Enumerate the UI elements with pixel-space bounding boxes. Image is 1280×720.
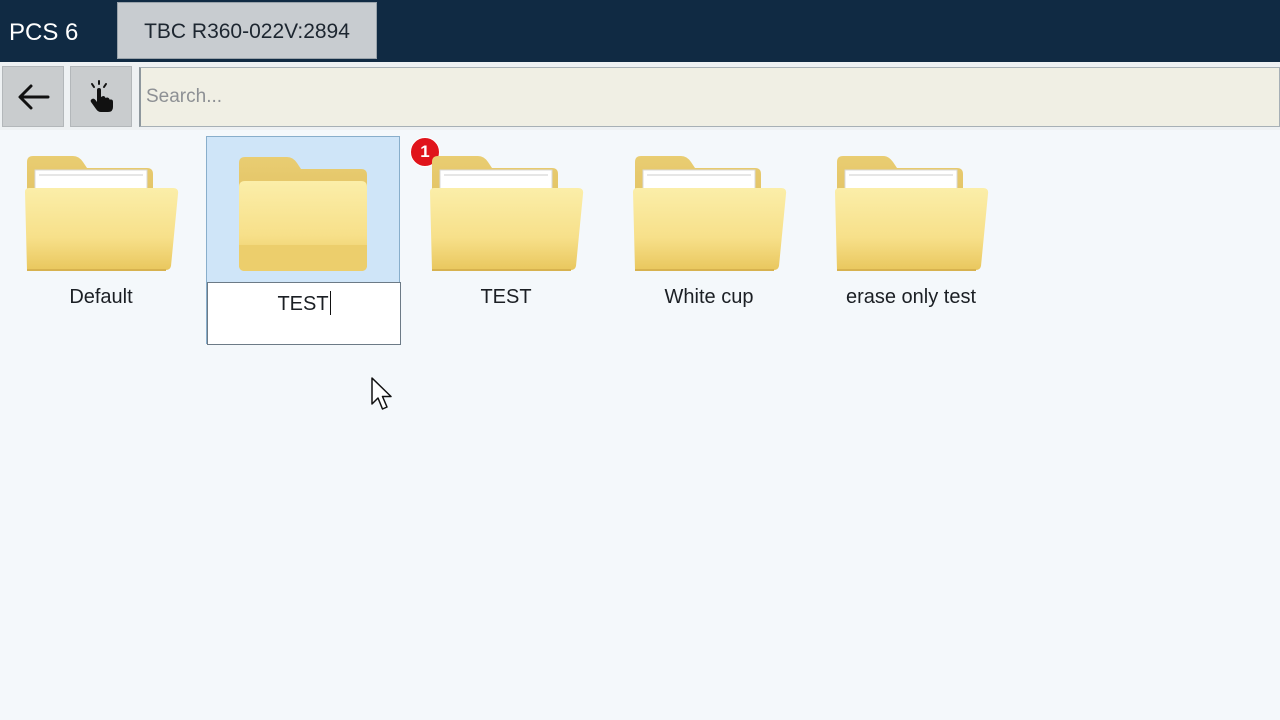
device-tab[interactable]: TBC R360-022V:2894 [117, 2, 377, 59]
folder-item-test[interactable]: TEST [409, 136, 603, 344]
text-caret [329, 291, 331, 315]
folder-label: TEST [480, 286, 532, 308]
app-title: PCS 6 [9, 19, 79, 46]
folder-item-white-cup[interactable]: White cup [612, 136, 806, 344]
folder-open-icon [428, 152, 584, 274]
touch-mode-button[interactable] [70, 66, 132, 127]
folder-rename-input[interactable]: TEST [207, 282, 401, 345]
folder-item-test-renaming[interactable]: TEST [206, 136, 401, 345]
back-button[interactable] [2, 66, 64, 127]
folder-open-icon [833, 152, 989, 274]
search-input[interactable] [139, 67, 1280, 127]
folder-label: erase only test [845, 286, 977, 308]
folder-open-icon [631, 152, 787, 274]
folder-closed-icon [225, 153, 381, 275]
folder-open-icon [23, 152, 179, 274]
folder-item-default[interactable]: Default [4, 136, 198, 344]
folder-item-erase-only-test[interactable]: erase only test [814, 136, 1008, 344]
title-bar: PCS 6 TBC R360-022V:2894 [0, 0, 1280, 62]
mouse-pointer-icon [371, 377, 392, 410]
rename-text: TEST [277, 293, 329, 315]
folder-label: White cup [664, 286, 754, 308]
arrow-left-icon [18, 84, 50, 109]
hand-pointer-icon [90, 79, 113, 112]
folder-label: Default [69, 286, 133, 308]
